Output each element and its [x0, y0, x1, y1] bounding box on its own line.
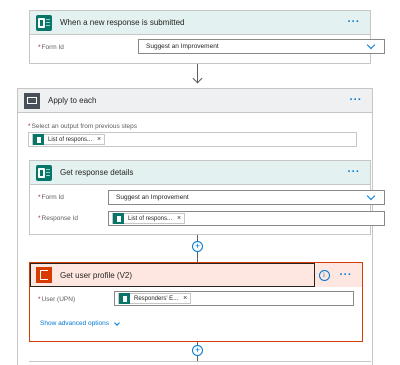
response-id-field[interactable]: List of respons... × [108, 211, 385, 226]
form-id-label: *Form Id [38, 44, 64, 51]
forms-icon [113, 213, 124, 224]
select-output-field[interactable]: List of respons... × [28, 132, 357, 147]
office-icon [36, 267, 52, 283]
chevron-down-icon [366, 40, 376, 50]
forms-icon [119, 293, 130, 304]
more-options-icon[interactable]: ··· [348, 17, 361, 28]
apply-to-each-header[interactable]: Apply to each ··· [18, 89, 372, 113]
form-id-dropdown[interactable]: Suggest an Improvement [108, 190, 385, 205]
user-upn-label: *User (UPN) [38, 296, 76, 303]
remove-token-icon[interactable]: × [177, 215, 181, 222]
more-options-icon[interactable]: ··· [350, 95, 363, 106]
info-icon[interactable]: i [318, 269, 330, 281]
dynamic-token[interactable]: List of respons... × [112, 213, 186, 224]
show-advanced-options-link[interactable]: Show advanced options [40, 319, 120, 327]
select-output-label: *Select an output from previous steps [28, 123, 138, 130]
trigger-card[interactable]: When a new response is submitted ··· *Fo… [29, 10, 385, 64]
forms-icon [36, 14, 52, 31]
next-card-edge [29, 361, 371, 365]
add-step-icon[interactable]: + [192, 241, 203, 252]
form-id-label: *Form Id [38, 194, 64, 201]
add-step-icon[interactable]: + [192, 345, 203, 356]
chevron-down-icon [114, 319, 120, 326]
forms-icon [33, 134, 44, 145]
form-id-dropdown[interactable]: Suggest an Improvement [138, 39, 385, 54]
chevron-down-icon [366, 191, 376, 201]
response-id-label: *Response Id [38, 215, 79, 222]
arrow-down-icon [192, 73, 203, 84]
form-id-value: Suggest an Improvement [116, 194, 189, 201]
loop-icon [24, 92, 40, 109]
remove-token-icon[interactable]: × [183, 295, 187, 302]
get-response-header[interactable]: Get response details ··· [30, 161, 370, 185]
trigger-title: When a new response is submitted [60, 18, 185, 27]
get-user-profile-card[interactable]: Get user profile (V2) i ··· *User (UPN) … [29, 262, 363, 342]
user-upn-field[interactable]: Responders' E... × [114, 291, 354, 306]
get-response-title: Get response details [60, 168, 134, 177]
more-options-icon[interactable]: ··· [348, 167, 361, 178]
get-user-profile-title: Get user profile (V2) [60, 270, 133, 280]
apply-to-each-title: Apply to each [48, 96, 97, 105]
dynamic-token[interactable]: Responders' E... × [118, 293, 192, 304]
form-id-value: Suggest an Improvement [146, 43, 219, 50]
forms-icon [36, 164, 52, 181]
remove-token-icon[interactable]: × [97, 136, 101, 143]
trigger-card-header[interactable]: When a new response is submitted ··· [30, 11, 370, 35]
more-options-icon[interactable]: ··· [340, 269, 353, 281]
get-response-card[interactable]: Get response details ··· *Form Id Sugges… [29, 160, 385, 235]
get-user-profile-header[interactable]: Get user profile (V2) i ··· [30, 263, 362, 287]
dynamic-token[interactable]: List of respons... × [32, 134, 106, 145]
